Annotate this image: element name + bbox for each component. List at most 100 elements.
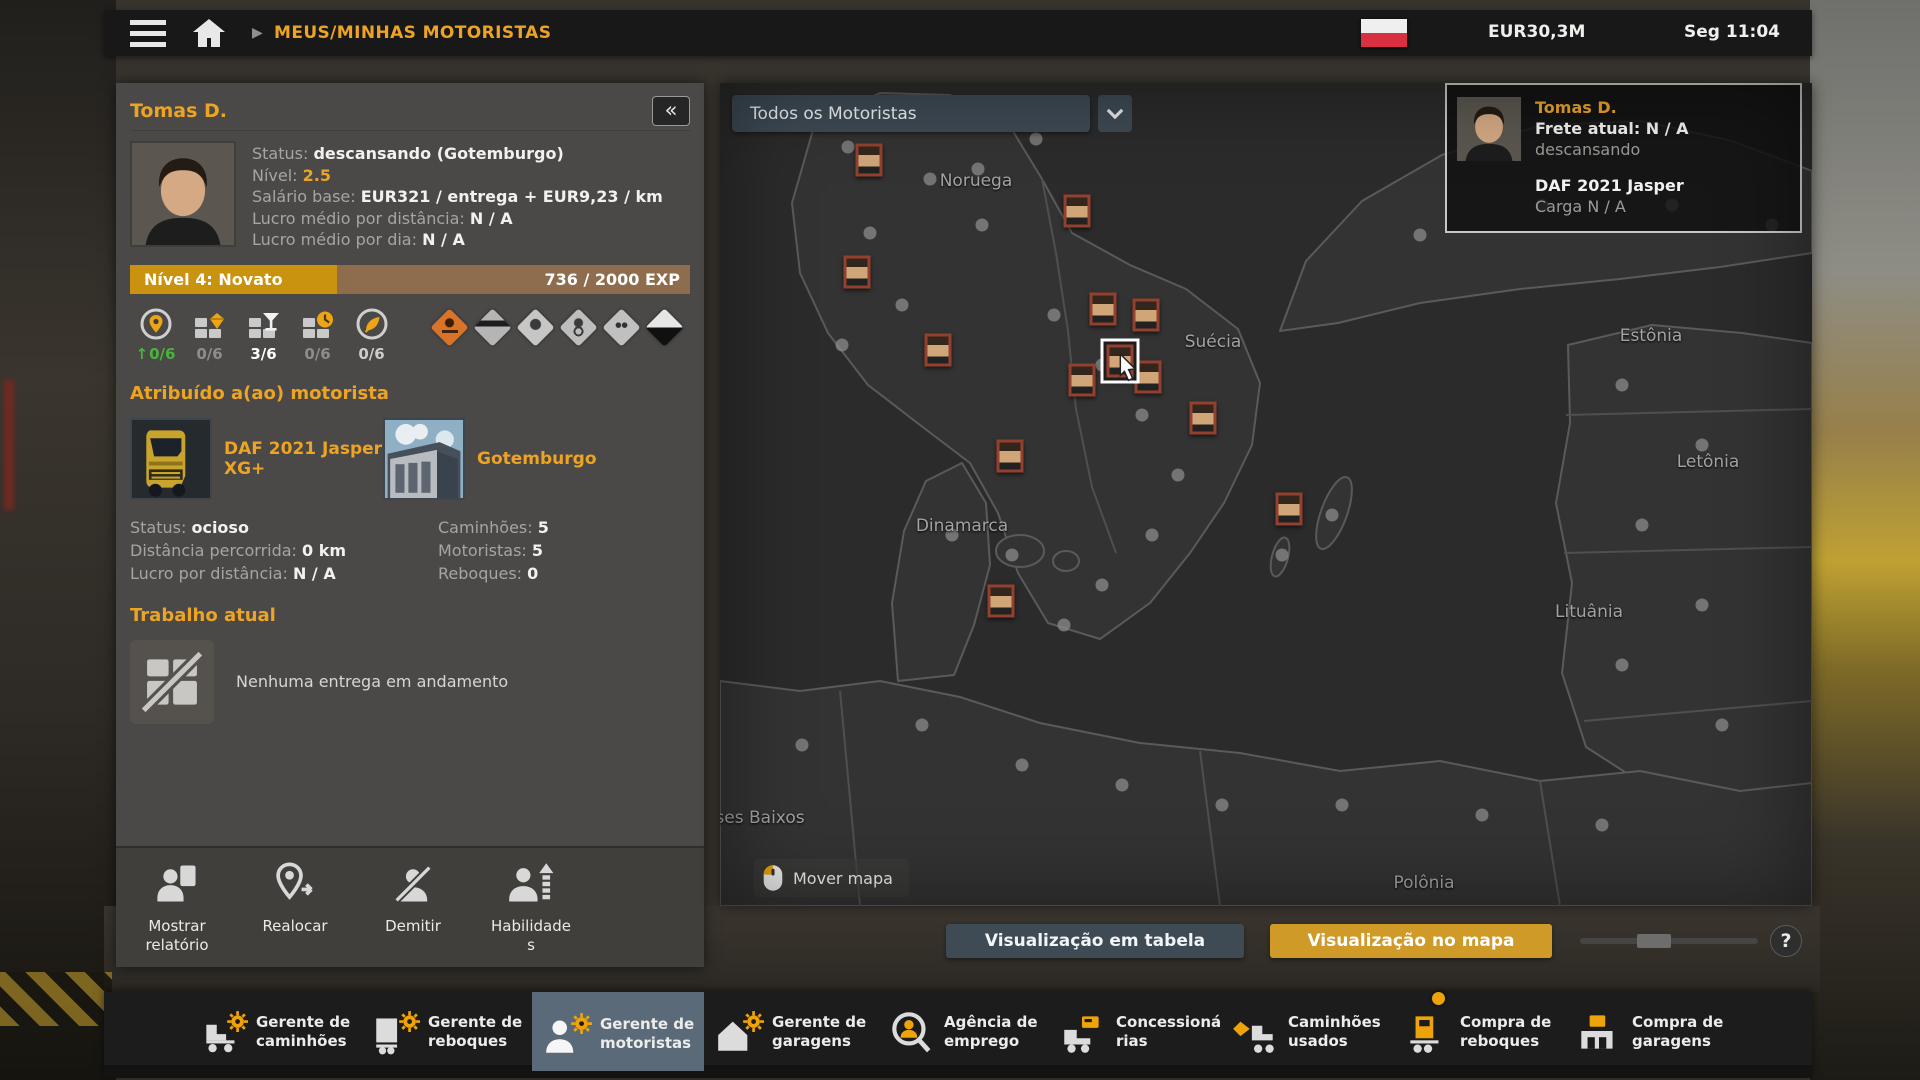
- country-label-pol-nia: Polônia: [1393, 873, 1454, 893]
- card-truck: DAF 2021 Jasper: [1535, 175, 1689, 196]
- city-dot: [1006, 549, 1019, 562]
- nav-item-label: Compra degaragens: [1632, 1013, 1723, 1051]
- card-status: descansando: [1535, 139, 1689, 160]
- truck-name: DAF 2021 Jasper XG+: [224, 439, 383, 479]
- country-label-noruega: Noruega: [940, 171, 1013, 191]
- nav-item-rias[interactable]: Concessionárias: [1048, 992, 1220, 1067]
- garage-name: Gotemburgo: [477, 449, 597, 469]
- driver-info-card: Tomas D. Frete atual: N / A descansando …: [1445, 83, 1802, 233]
- skills-row: ↑0/60/63/60/60/6: [130, 306, 400, 363]
- table-view-button[interactable]: Visualização em tabela: [946, 924, 1244, 958]
- driver-map-marker[interactable]: [1107, 345, 1134, 378]
- country-label-su-cia: Suécia: [1185, 332, 1242, 352]
- city-dot: [1414, 229, 1427, 242]
- nav-item-garagens[interactable]: Compra degaragens: [1564, 992, 1736, 1067]
- help-button[interactable]: ?: [1770, 925, 1802, 957]
- stat-value: 0 km: [302, 541, 346, 560]
- nav-item-label: Compra dereboques: [1460, 1013, 1551, 1051]
- city-dot: [796, 739, 809, 752]
- valuable-cargo-skill[interactable]: 0/6: [184, 306, 235, 363]
- driver-map-marker[interactable]: [1276, 493, 1303, 526]
- driver-map-marker[interactable]: [925, 334, 952, 367]
- city-dot: [1058, 619, 1071, 632]
- driver-map-marker[interactable]: [1090, 293, 1117, 326]
- driver-manager-icon: [542, 1011, 592, 1057]
- nav-item-reboques[interactable]: Gerente dereboques: [360, 992, 532, 1067]
- report-icon: [153, 860, 201, 917]
- move-map-label: Mover mapa: [793, 869, 893, 888]
- collapse-panel-button[interactable]: «: [652, 96, 690, 126]
- habilidades-button[interactable]: Habilidades: [484, 860, 578, 955]
- top-bar: ▶ MEUS/MINHAS MOTORISTAS EUR30,3M Seg 11…: [104, 10, 1812, 56]
- driver-map-marker[interactable]: [1064, 195, 1091, 228]
- marker-face: [1000, 443, 1021, 470]
- poland-flag-icon: [1360, 18, 1408, 48]
- driver-name: Tomas D.: [130, 100, 227, 122]
- mostrar-relat-rio-button[interactable]: Mostrar relatório: [130, 860, 224, 955]
- driver-map-marker[interactable]: [1133, 299, 1160, 332]
- stat-label: Motoristas:: [438, 541, 532, 560]
- trailer-purchase-icon: [1402, 1009, 1452, 1055]
- card-driver-name: Tomas D.: [1535, 97, 1689, 118]
- city-dot: [1636, 519, 1649, 532]
- slider-handle[interactable]: [1637, 934, 1671, 948]
- nav-item-label: Gerente decaminhões: [256, 1013, 350, 1051]
- driver-map-marker[interactable]: [856, 144, 883, 177]
- country-label-let-nia: Letônia: [1677, 452, 1740, 472]
- driver-info-line: Salário base: EUR321 / entrega + EUR9,23…: [252, 186, 663, 208]
- driver-filter-dropdown[interactable]: Todos os Motoristas: [732, 95, 1090, 132]
- assigned-truck-link[interactable]: DAF 2021 Jasper XG+: [130, 418, 383, 500]
- city-dot: [1336, 799, 1349, 812]
- info-label: Lucro médio por distância:: [252, 209, 470, 228]
- marker-face: [1136, 302, 1157, 329]
- driver-map-marker[interactable]: [997, 440, 1024, 473]
- used-trucks-icon: [1230, 1009, 1280, 1055]
- breadcrumb: MEUS/MINHAS MOTORISTAS: [274, 23, 551, 43]
- info-label: Salário base:: [252, 187, 361, 206]
- skill-count: 0/6: [292, 345, 343, 363]
- map-view-button[interactable]: Visualização no mapa: [1270, 924, 1552, 958]
- info-value: N / A: [422, 230, 465, 249]
- backdrop-left: [0, 0, 116, 1080]
- driver-map-marker[interactable]: [1190, 402, 1217, 435]
- marker-face: [1138, 364, 1159, 391]
- garage-thumbnail: [383, 418, 465, 500]
- fragile-cargo-skill[interactable]: 3/6: [238, 306, 289, 363]
- nav-item-garagens[interactable]: Gerente degaragens: [704, 992, 876, 1067]
- long-distance-skill[interactable]: ↑0/6: [130, 306, 181, 363]
- home-icon[interactable]: [192, 18, 226, 48]
- driver-map-marker[interactable]: [1135, 361, 1162, 394]
- nav-item-emprego[interactable]: Agência deemprego: [876, 992, 1048, 1067]
- nav-item-usados[interactable]: Caminhõesusados: [1220, 992, 1392, 1067]
- menu-icon[interactable]: [130, 20, 166, 47]
- upgrade-arrow-icon: ↑: [136, 345, 149, 363]
- assigned-garage-link[interactable]: Gotemburgo: [383, 418, 597, 500]
- truck-stats: Status: ociosoDistância percorrida: 0 km…: [130, 516, 438, 585]
- marker-face: [1067, 198, 1088, 225]
- driver-map-marker[interactable]: [988, 585, 1015, 618]
- city-dot: [1326, 509, 1339, 522]
- city-dot: [1016, 759, 1029, 772]
- drivers-map[interactable]: Todos os Motoristas Tomas D. Frete atual…: [720, 83, 1812, 906]
- backdrop-right-truck: [1810, 0, 1920, 1080]
- experience-progress: 736 / 2000 EXP: [545, 270, 680, 289]
- urgent-delivery-skill[interactable]: 0/6: [292, 306, 343, 363]
- driver-avatar: [130, 141, 236, 247]
- experience-bar: Nível 4: Novato 736 / 2000 EXP: [130, 265, 690, 294]
- chevron-down-icon[interactable]: [1098, 95, 1132, 132]
- trailer-manager-icon: [370, 1009, 420, 1055]
- info-value: 2.5: [303, 166, 331, 185]
- eco-driving-skill[interactable]: 0/6: [346, 306, 397, 363]
- demitir-button[interactable]: Demitir: [366, 860, 460, 955]
- driver-map-marker[interactable]: [1069, 364, 1096, 397]
- eco-driving-icon: [346, 306, 397, 342]
- realocar-button[interactable]: Realocar: [248, 860, 342, 955]
- nav-item-caminhões[interactable]: Gerente decaminhões: [188, 992, 360, 1067]
- nav-item-reboques[interactable]: Compra dereboques: [1392, 992, 1564, 1067]
- nav-item-motoristas[interactable]: Gerente demotoristas: [532, 992, 704, 1071]
- stat-value: N / A: [293, 564, 336, 583]
- stat-line: Distância percorrida: 0 km: [130, 539, 438, 562]
- driver-map-marker[interactable]: [844, 256, 871, 289]
- map-zoom-slider[interactable]: [1580, 938, 1758, 944]
- nav-item-label: Caminhõesusados: [1288, 1013, 1381, 1051]
